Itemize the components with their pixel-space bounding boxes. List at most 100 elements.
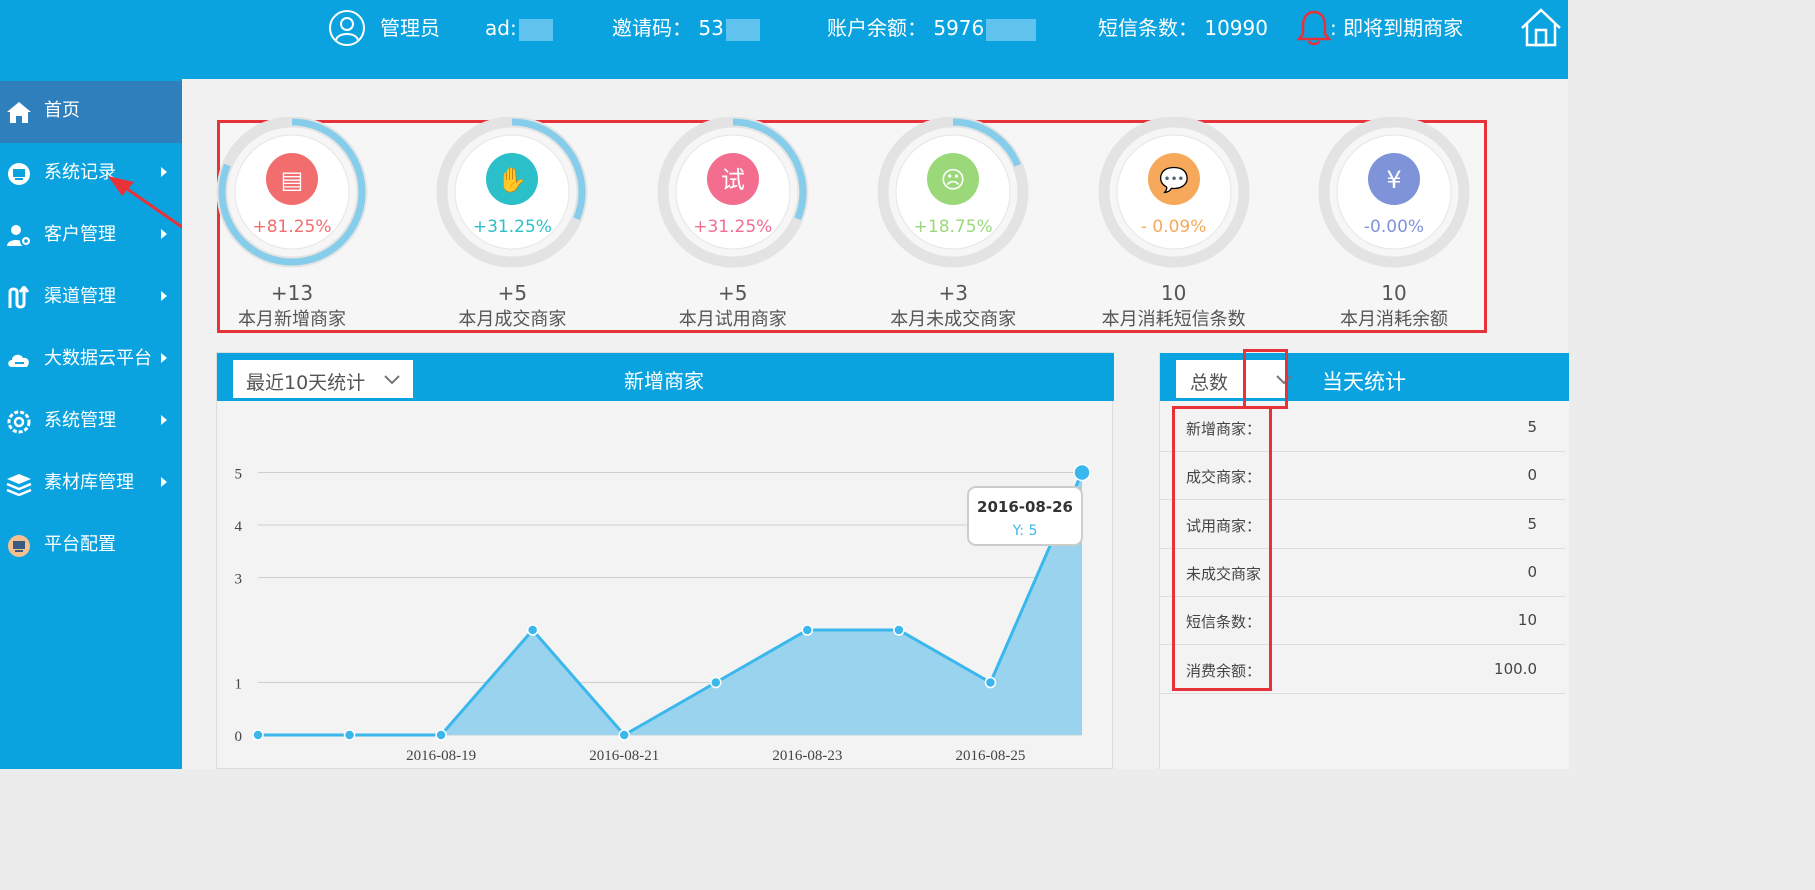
sidebar-item-home[interactable]: 首页 [0,81,182,143]
data-point [710,676,722,689]
data-point [984,676,997,689]
redaction-mask [986,18,1037,41]
stat-percent: -0.00% [1363,217,1425,237]
today-stat-value: 100.0 [1494,659,1537,678]
data-point [526,624,539,636]
data-point [435,729,447,741]
new-merchants-chart-panel: 最近10天统计 新增商家 0 1 3 4 5 2016-08-19 2016-08-21 20… [216,352,1114,770]
total-select-value: 总数 [1190,372,1229,394]
sidebar-item-label: 首页 [44,100,80,121]
x-tick-label: 2016-08-19 [406,748,476,764]
highlight-box [1243,349,1288,409]
stat-card: ☹ +18.75% +3 本月未成交商家 [873,117,1093,333]
highlight-box [1172,406,1272,691]
data-point [893,624,905,636]
x-tick-label: 2016-08-25 [955,748,1025,764]
stat-card: ¥ -0.00% 10 本月消耗余额 [1314,117,1534,333]
stat-label: 本月未成交商家 [890,309,1017,330]
range-select[interactable]: 最近10天统计 [233,360,413,398]
sidebar-item-label: 素材库管理 [44,472,134,493]
stat-percent: - 0.09% [1140,217,1207,237]
stat-number: +5 [497,281,528,305]
home-outline-icon[interactable] [1518,6,1564,48]
redaction-mask [518,18,553,41]
stat-number: 10 [1160,281,1187,305]
account-balance: 账户余额： 5976 [827,14,1037,42]
monthly-stats-panel: ▤ +81.25% +13 本月新增商家 ✋ +31.25% +5 本月成交商家 试 +31.25… [216,117,1487,333]
data-point [618,729,630,741]
chart-panel-header: 最近10天统计 新增商家 [217,353,1114,401]
stat-number: 10 [1381,281,1407,305]
y-tick-label: 3 [235,572,243,588]
stat-card: 💬 - 0.09% 10 本月消耗短信条数 [1094,117,1314,333]
stat-icon-glyph: ¥ [1386,166,1401,194]
y-tick-label: 0 [235,729,243,745]
progress-ring: ✋ [436,117,588,268]
stat-icon-glyph: 💬 [1159,166,1189,194]
today-stat-value: 0 [1527,466,1537,485]
stat-label: 本月成交商家 [458,309,567,330]
data-point [801,624,814,636]
progress-ring: 试 [657,117,809,268]
stat-percent: +31.25% [693,217,773,237]
sidebar-item-label: 渠道管理 [44,286,116,307]
stat-label: 本月消耗短信条数 [1101,309,1246,330]
stat-number: +3 [938,281,968,305]
range-select-value: 最近10天统计 [246,372,366,394]
stat-icon-glyph: ✋ [497,166,527,194]
home-icon [7,102,31,123]
stat-label: 本月消耗余额 [1340,309,1448,330]
user-avatar-icon[interactable] [328,9,366,47]
stat-label: 本月试用商家 [678,309,787,330]
expiring-merchants-link[interactable]: : 即将到期商家 [1330,14,1463,42]
area-fill [258,472,1082,735]
cloud-icon [8,354,29,367]
stat-percent: +81.25% [252,217,332,237]
today-stat-value: 10 [1517,611,1537,630]
stat-card: ✋ +31.25% +5 本月成交商家 [432,117,652,333]
bell-icon[interactable] [1296,9,1332,47]
user-gear-icon [7,225,32,247]
sidebar-item-label: 系统管理 [44,410,116,431]
tooltip-value: Y: 5 [1012,523,1038,539]
sidebar-item-platform-config[interactable]: 平台配置 [0,515,182,577]
chart-title: 新增商家 [624,369,704,393]
account-name: ad: [485,14,553,42]
chevron-down-icon [384,375,400,385]
data-point [343,729,356,741]
stat-icon-glyph: 试 [721,166,745,194]
y-tick-label: 4 [235,519,243,535]
chevron-right-icon [161,415,167,425]
stat-percent: +31.25% [472,217,552,237]
sidebar-item-asset-library[interactable]: 素材库管理 [0,453,182,515]
chevron-right-icon [161,477,167,487]
sidebar-item-big-data-cloud[interactable]: 大数据云平台 [0,329,182,391]
stat-icon-glyph: ☹ [941,166,966,194]
stat-label: 本月新增商家 [238,309,346,330]
data-point [252,729,264,741]
x-tick-label: 2016-08-21 [589,748,659,764]
y-tick-label: 5 [235,467,243,483]
today-stat-value: 5 [1527,418,1537,436]
gear-icon [7,410,31,434]
sidebar-item-label: 平台配置 [44,534,116,555]
y-tick-label: 1 [235,677,243,693]
monitor-icon [8,163,30,185]
progress-ring: ¥ [1318,117,1470,268]
platform-icon [8,535,30,557]
channel-icon [8,286,30,309]
tooltip-date: 2016-08-26 [977,498,1073,516]
sidebar-item-system-management[interactable]: 系统管理 [0,391,182,453]
role-label: 管理员 [380,16,440,40]
today-stat-value: 5 [1527,514,1537,533]
sms-count: 短信条数： 10990 [1098,16,1268,40]
new-merchants-area-chart[interactable]: 0 1 3 4 5 2016-08-19 2016-08-21 2016-08-23 2016-… [217,401,1112,770]
stat-icon-glyph: ▤ [281,166,304,194]
progress-ring: ▤ [216,117,368,268]
today-panel-header: 总数 当天统计 [1160,353,1569,401]
stat-number: +5 [718,281,748,305]
sidebar-item-label: 大数据云平台 [44,348,152,369]
data-point [1073,463,1091,482]
stat-card: ▤ +81.25% +13 本月新增商家 [212,117,432,333]
progress-ring: ☹ [877,117,1029,268]
